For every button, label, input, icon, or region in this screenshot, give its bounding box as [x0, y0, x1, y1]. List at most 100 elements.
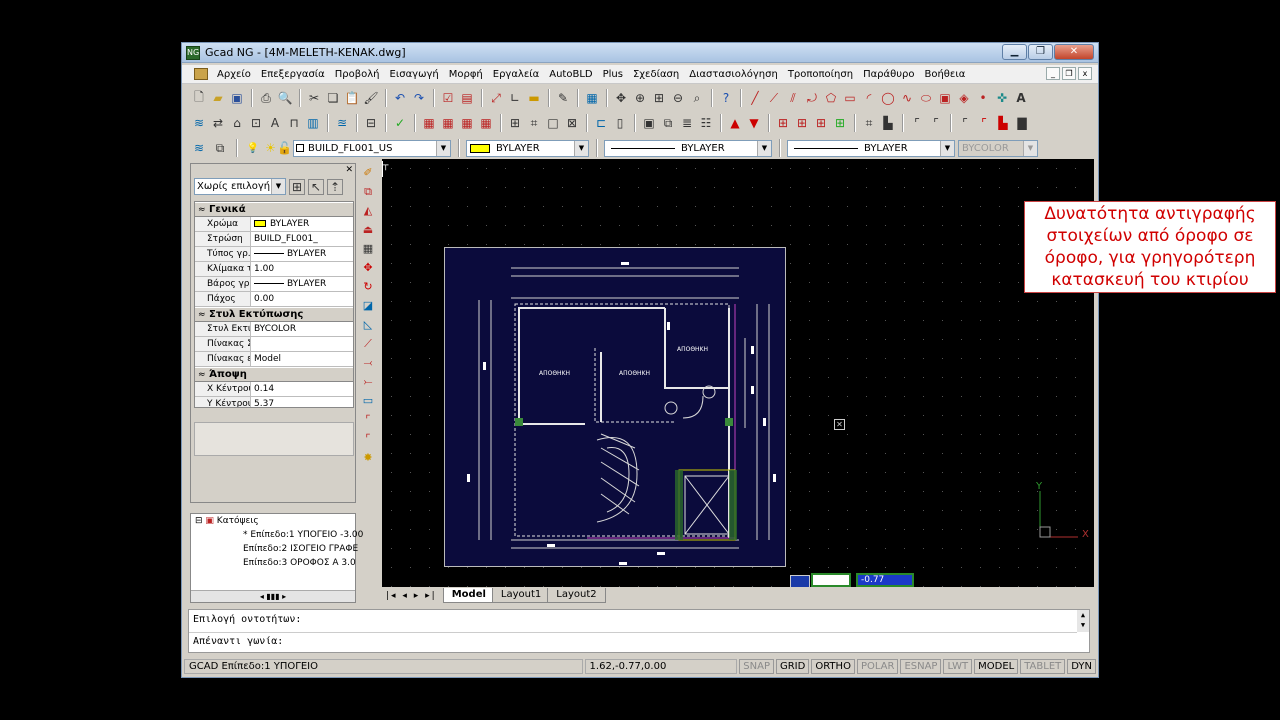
floor-plan-drawing[interactable]: ΑΠΟΘΗΚΗ ΑΠΟΘΗΚΗ ΑΠΟΘΗΚΗ	[444, 247, 786, 567]
prop-row[interactable]: Υ Κέντρου 5.37	[195, 397, 353, 407]
toggle-ortho[interactable]: ORTHO	[811, 658, 855, 674]
toggle-esnap[interactable]: ESNAP	[900, 658, 942, 674]
prop-row[interactable]: Χρώμα BYLAYER	[195, 217, 353, 232]
crop-icon[interactable]: ⌗	[860, 114, 878, 132]
menu-dimension[interactable]: Διαστασιολόγηση	[684, 69, 783, 80]
cut-icon[interactable]: ✂	[305, 89, 323, 107]
menu-autobld[interactable]: AutoBLD	[544, 69, 597, 80]
polygon-icon[interactable]: ⬠	[822, 89, 840, 107]
prop-value[interactable]: BYLAYER	[250, 217, 353, 231]
toggle-grid[interactable]: GRID	[775, 658, 810, 674]
select-objects-icon[interactable]: ↖	[308, 178, 324, 195]
chevron-down-icon[interactable]: ▼	[940, 140, 954, 156]
move-icon[interactable]: ✥	[358, 258, 378, 277]
ellipse-icon[interactable]: ⬭	[917, 89, 935, 107]
menu-insert[interactable]: Εισαγωγή	[385, 69, 444, 80]
prop-row[interactable]: Βάρος γρ... BYLAYER	[195, 277, 353, 292]
sun-icon[interactable]: ☀	[265, 139, 276, 157]
prop-row[interactable]: Πάχος 0.00	[195, 292, 353, 307]
explode-icon[interactable]: ✸	[358, 448, 378, 467]
prop-value[interactable]: 5.37	[250, 397, 353, 407]
menu-draw[interactable]: Σχεδίαση	[628, 69, 684, 80]
section-icon[interactable]: ⊏	[592, 114, 610, 132]
pickadd-icon[interactable]: ⇡	[327, 178, 343, 195]
mdi-minimize-button[interactable]: _	[1046, 67, 1060, 80]
undo-icon[interactable]: ↶	[391, 89, 409, 107]
lengthen-icon[interactable]: ⟋	[358, 334, 378, 353]
grid-c-icon[interactable]: ⊞	[812, 114, 830, 132]
make-block-icon[interactable]: ◈	[955, 89, 973, 107]
layer-manager-icon[interactable]: ≋	[190, 139, 208, 157]
maximize-button[interactable]: ❐	[1028, 44, 1053, 60]
grid-tool-4-icon[interactable]: ▦	[477, 114, 495, 132]
prop-value[interactable]	[250, 337, 353, 351]
selection-select[interactable]: Χωρίς επιλογή ▼	[194, 178, 286, 195]
prop-value[interactable]: BUILD_FL001_	[250, 232, 353, 246]
pencil-icon[interactable]: ✎	[554, 89, 572, 107]
save-icon[interactable]: ▣	[228, 89, 246, 107]
redo-icon[interactable]: ↷	[410, 89, 428, 107]
spline-icon[interactable]: ∿	[898, 89, 916, 107]
toggle-model[interactable]: MODEL	[974, 658, 1019, 674]
grid-a-icon[interactable]: ⊞	[774, 114, 792, 132]
erase-icon[interactable]: ✐	[358, 163, 378, 182]
prop-row[interactable]: Κλίμακα τ...1.00	[195, 262, 353, 277]
trim-icon[interactable]: ⤙	[358, 353, 378, 372]
corner-icon[interactable]: ⌜	[908, 114, 926, 132]
chevron-down-icon[interactable]: ▼	[436, 140, 450, 156]
mdi-close-button[interactable]: x	[1078, 67, 1092, 80]
prop-row[interactable]: Στρώση BUILD_FL001_	[195, 232, 353, 247]
menu-format[interactable]: Μορφή	[444, 69, 488, 80]
grid-tool-1-icon[interactable]: ▦	[420, 114, 438, 132]
table-icon[interactable]: ⊞	[506, 114, 524, 132]
chevron-down-icon[interactable]: ▼	[757, 140, 771, 156]
floor-stack-icon[interactable]: ≣	[678, 114, 696, 132]
column-icon[interactable]: ▥	[304, 114, 322, 132]
new-file-icon[interactable]: 🗋	[190, 89, 208, 107]
prop-value[interactable]: 1.00	[250, 262, 353, 276]
arc-icon[interactable]: ◜	[860, 89, 878, 107]
array-icon[interactable]: ▦	[358, 239, 378, 258]
layers-icon[interactable]: ▤	[458, 89, 476, 107]
scale-icon[interactable]: ◪	[358, 296, 378, 315]
tree-root[interactable]: ⊟ ▣ Κατόψεις	[191, 514, 355, 528]
properties-icon[interactable]: ☑	[439, 89, 457, 107]
zoom-previous-icon[interactable]: ⊖	[669, 89, 687, 107]
frame-icon[interactable]: ⌗	[525, 114, 543, 132]
menu-window[interactable]: Παράθυρο	[858, 69, 919, 80]
beam-icon[interactable]: ⌜	[956, 114, 974, 132]
wall-edit-icon[interactable]: ⇄	[209, 114, 227, 132]
zoom-window-icon[interactable]: ⊞	[650, 89, 668, 107]
grid-tool-3-icon[interactable]: ▦	[458, 114, 476, 132]
tab-nav-arrows-icon[interactable]: |◂ ◂ ▸ ▸|	[386, 591, 437, 601]
lock-icon[interactable]: 🔓	[277, 139, 292, 157]
polyline-icon[interactable]: ⤾	[803, 89, 821, 107]
rectangle-icon[interactable]: ▭	[841, 89, 859, 107]
hatch-icon[interactable]: ✜	[993, 89, 1011, 107]
menu-modify[interactable]: Τροποποίηση	[783, 69, 858, 80]
box-icon[interactable]: □	[544, 114, 562, 132]
paste-icon[interactable]: 📋	[343, 89, 361, 107]
print-preview-icon[interactable]: 🔍	[276, 89, 294, 107]
ucs-icon[interactable]: ∟	[506, 89, 524, 107]
open-folder-icon[interactable]: ▰	[209, 89, 227, 107]
elevation-icon[interactable]: ▯	[611, 114, 629, 132]
text-icon[interactable]: A	[1012, 89, 1030, 107]
menu-edit[interactable]: Επεξεργασία	[256, 69, 330, 80]
section-view[interactable]: Άποψη	[195, 367, 353, 382]
color-select[interactable]: BYLAYER ▼	[466, 139, 589, 157]
horizontal-scrollbar[interactable]: ◂ ▮▮▮ ▸	[191, 590, 355, 602]
help-icon[interactable]: ?	[717, 89, 735, 107]
prop-value[interactable]: BYLAYER	[250, 277, 353, 291]
document-icon[interactable]	[194, 68, 208, 80]
command-scrollbar[interactable]: ▲ ▼	[1077, 610, 1089, 632]
copy-icon[interactable]: ❏	[324, 89, 342, 107]
window-icon[interactable]: ⊡	[247, 114, 265, 132]
section-plot-style[interactable]: Στυλ Εκτύπωσης	[195, 307, 353, 322]
copy-object-icon[interactable]: ⧉	[358, 182, 378, 201]
circle-icon[interactable]: ◯	[879, 89, 897, 107]
tab-layout1[interactable]: Layout1	[491, 588, 551, 603]
break-icon[interactable]: ▭	[358, 391, 378, 410]
edit-box-icon[interactable]: ⊠	[563, 114, 581, 132]
match-properties-icon[interactable]: 🖌	[362, 89, 380, 107]
